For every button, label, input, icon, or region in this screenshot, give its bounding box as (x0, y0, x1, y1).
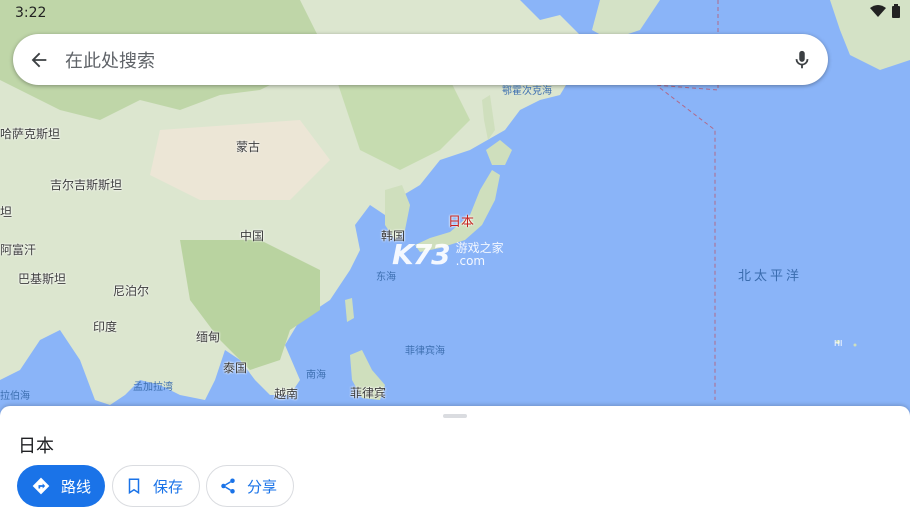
voice-search-button[interactable] (776, 34, 828, 85)
share-button[interactable]: 分享 (206, 465, 294, 507)
watermark-line1: 游戏之家 (455, 240, 504, 255)
share-icon (221, 478, 235, 494)
place-bottom-sheet[interactable]: 日本 路线 保存 分享 (0, 406, 910, 512)
directions-icon (32, 477, 50, 495)
share-label: 分享 (247, 477, 278, 496)
map-label-japan[interactable]: 日本 (448, 211, 474, 230)
map-label-afghanistan[interactable]: 阿富汗 (0, 241, 36, 258)
watermark: K73 游戏之家 .com (392, 238, 504, 271)
map-label-pakistan[interactable]: 巴基斯坦 (18, 270, 66, 287)
battery-icon (892, 4, 900, 18)
map-label-kazakhstan[interactable]: 哈萨克斯坦 (0, 125, 60, 142)
map-label-tan[interactable]: 坦 (0, 203, 12, 220)
map-label-nepal[interactable]: 尼泊尔 (113, 282, 149, 299)
map-label-philippines[interactable]: 菲律宾 (350, 384, 386, 401)
directions-label: 路线 (61, 477, 92, 496)
map-label-kyrgyzstan[interactable]: 吉尔吉斯斯坦 (50, 176, 122, 193)
place-title: 日本 (18, 436, 54, 457)
map-label-vietnam[interactable]: 越南 (274, 385, 298, 402)
watermark-logo: K73 (392, 238, 451, 271)
directions-button[interactable]: 路线 (17, 465, 105, 507)
search-input[interactable]: 在此处搜索 (65, 47, 776, 73)
hawaii-island (853, 343, 857, 347)
save-button[interactable]: 保存 (112, 465, 200, 507)
map-label-china[interactable]: 中国 (240, 227, 264, 244)
map-label-myanmar[interactable]: 缅甸 (196, 328, 220, 345)
map-label-hawaii: HI (834, 339, 843, 348)
water-label-philippine-sea: 菲律宾海 (405, 346, 445, 357)
water-label-okhotsk: 鄂霍次克海 (502, 86, 552, 97)
water-label-north-pacific: 北太平洋 (738, 269, 803, 284)
watermark-text: 游戏之家 .com (455, 240, 504, 268)
wifi-icon (870, 5, 886, 17)
water-label-arabian-sea: 拉伯海 (0, 391, 30, 402)
back-button[interactable] (13, 34, 65, 85)
arrow-back-icon (31, 52, 47, 67)
water-label-bay-of-bengal: 孟加拉湾 (133, 382, 173, 393)
search-bar[interactable]: 在此处搜索 (13, 34, 828, 85)
microphone-icon (795, 50, 809, 68)
bookmark-icon (128, 478, 140, 495)
drag-handle[interactable] (443, 414, 467, 418)
map-label-mongolia[interactable]: 蒙古 (236, 138, 260, 155)
water-label-south-sea: 南海 (306, 370, 326, 381)
status-time: 3:22 (15, 5, 47, 21)
save-label: 保存 (153, 477, 184, 496)
status-icons (870, 4, 900, 18)
map-label-india[interactable]: 印度 (93, 318, 117, 335)
watermark-line2: .com (455, 253, 486, 268)
map-label-thailand[interactable]: 泰国 (223, 359, 247, 376)
